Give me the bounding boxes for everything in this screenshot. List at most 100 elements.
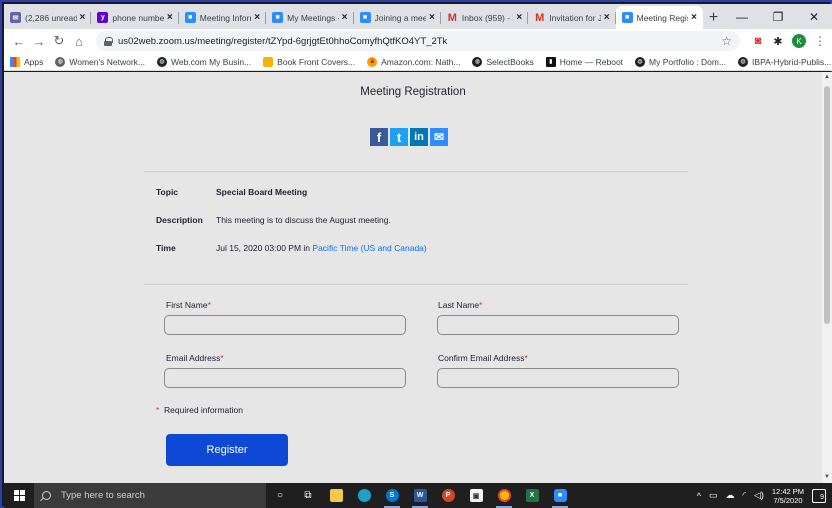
battery-icon[interactable]: ▭ [709, 490, 718, 501]
notifications-icon[interactable]: 9 [812, 488, 826, 503]
twitter-icon[interactable]: t [390, 128, 408, 146]
zoom-icon: ■ [359, 12, 371, 23]
window-controls: — ❐ ✕ [724, 4, 832, 29]
bookmark-item[interactable]: ◍ Web.com My Busin... [157, 56, 252, 67]
page-title: Meeting Registration [360, 86, 466, 98]
first-name-input[interactable] [164, 315, 406, 335]
bookmark-item[interactable]: a Amazon.com: Nath... [367, 56, 460, 67]
first-name-label: First Name* [166, 300, 211, 310]
tab-mail[interactable]: ✉ (2,286 unread) × [4, 6, 92, 29]
tab-label: phone number [112, 12, 164, 23]
bookmark-item[interactable]: Book Front Covers... [263, 56, 355, 67]
volume-icon[interactable]: ◁) [754, 490, 764, 501]
cloud-icon[interactable]: ☁ [725, 490, 734, 501]
tab-zoom-info[interactable]: ■ Meeting Inform × [179, 6, 267, 29]
word-icon[interactable]: W [406, 483, 434, 508]
description-row: Description This meeting is to discuss t… [156, 215, 391, 225]
bookmark-item[interactable]: ◍ IBPA-Hybrid-Publis... [738, 56, 832, 67]
file-explorer-icon[interactable] [322, 483, 350, 508]
tab-gmail-inbox[interactable]: M Inbox (959) - k × [441, 6, 529, 29]
timezone-link[interactable]: Pacific Time (US and Canada) [312, 243, 426, 253]
tab-zoom-joining[interactable]: ■ Joining a meet × [354, 6, 441, 29]
amazon-icon: a [367, 56, 378, 67]
chrome-icon[interactable] [490, 483, 518, 508]
bookmark-star-icon[interactable]: ☆ [721, 34, 732, 48]
scroll-down-arrow-icon[interactable]: ▼ [824, 474, 830, 480]
pocket-extension-icon[interactable]: ◙ [750, 35, 766, 47]
skype-icon[interactable]: S [378, 483, 406, 508]
browser-toolbar: ← → ↻ ⌂ us02web.zoom.us/meeting/register… [4, 29, 832, 53]
scrollbar-thumb[interactable] [824, 86, 830, 324]
topic-value: Special Board Meeting [216, 187, 308, 197]
tab-yahoo[interactable]: y phone number × [91, 6, 179, 29]
edge-icon[interactable] [350, 483, 378, 508]
chevron-up-icon[interactable]: ^ [697, 491, 701, 501]
powerpoint-icon[interactable]: P [434, 483, 462, 508]
register-button[interactable]: Register [166, 434, 288, 466]
task-view-icon[interactable]: ⧉ [294, 483, 322, 508]
extensions-puzzle-icon[interactable]: ✱ [770, 35, 786, 48]
close-window-icon[interactable]: ✕ [796, 10, 832, 24]
close-icon[interactable]: × [691, 12, 697, 23]
lock-icon [104, 36, 113, 46]
first-name-label-text: First Name [166, 300, 208, 310]
email-input[interactable] [164, 368, 406, 388]
restore-icon[interactable]: ❐ [760, 10, 796, 24]
tab-label: (2,286 unread) [25, 12, 77, 23]
time-row: Time Jul 15, 2020 03:00 PM in Pacific Ti… [156, 243, 427, 253]
close-icon[interactable]: × [80, 12, 86, 23]
bookmark-item[interactable]: ◍ SelectBooks [472, 56, 534, 67]
bookmark-item[interactable]: ◍ My Portfolio : Dom... [635, 56, 727, 67]
email-share-icon[interactable]: ✉ [430, 128, 448, 146]
store-icon[interactable]: ▣ [462, 483, 490, 508]
tab-meeting-registration[interactable]: ■ Meeting Regis × [615, 6, 703, 29]
zoom-app-icon[interactable]: ■ [546, 483, 574, 508]
system-clock[interactable]: 12:42 PM 7/5/2020 [772, 487, 804, 505]
tab-zoom-meetings[interactable]: ■ My Meetings - × [266, 6, 354, 29]
last-name-input[interactable] [437, 315, 679, 335]
bookmark-label: Home — Reboot [559, 56, 624, 67]
scroll-up-arrow-icon[interactable]: ▲ [824, 74, 830, 80]
close-icon[interactable]: × [254, 12, 260, 23]
confirm-email-label: Confirm Email Address* [438, 353, 528, 363]
bookmark-apps[interactable]: Apps [10, 56, 43, 67]
close-icon[interactable]: × [342, 12, 348, 23]
tab-gmail-invitation[interactable]: M Invitation for J × [528, 6, 616, 29]
profile-avatar[interactable]: K [792, 34, 806, 48]
excel-icon[interactable]: X [518, 483, 546, 508]
minimize-icon[interactable]: — [724, 10, 760, 24]
bookmark-label: My Portfolio : Dom... [649, 56, 727, 67]
address-bar[interactable]: us02web.zoom.us/meeting/register/tZYpd-6… [96, 31, 740, 51]
time-value: Jul 15, 2020 03:00 PM in Pacific Time (U… [216, 243, 427, 253]
time-value-text: Jul 15, 2020 03:00 PM in [216, 243, 313, 253]
close-icon[interactable]: × [167, 12, 173, 23]
home-icon[interactable]: ⌂ [70, 34, 88, 49]
bookmark-item[interactable]: ▮ Home — Reboot [545, 56, 624, 67]
cortana-icon[interactable]: ○ [266, 483, 294, 508]
confirm-email-input[interactable] [437, 368, 679, 388]
wifi-icon[interactable]: ◜ [742, 490, 746, 501]
taskbar-search[interactable]: Type here to search [34, 483, 266, 508]
close-icon[interactable]: × [516, 12, 522, 23]
bookmark-label: IBPA-Hybrid-Publis... [752, 56, 832, 67]
reload-icon[interactable]: ↻ [50, 33, 68, 49]
zoom-icon: ■ [184, 12, 196, 23]
browser-menu-icon[interactable]: ⋮ [814, 34, 826, 48]
divider [144, 284, 688, 285]
forward-arrow-icon[interactable]: → [30, 34, 48, 49]
tab-label: Joining a meet [374, 12, 427, 23]
facebook-icon[interactable]: f [370, 128, 388, 146]
linkedin-icon[interactable]: in [410, 128, 428, 146]
close-icon[interactable]: × [429, 12, 435, 23]
tab-label: Meeting Inform [199, 12, 252, 23]
new-tab-button[interactable]: + [703, 6, 724, 29]
bookmark-item[interactable]: ◍ Women's Network... [55, 56, 145, 67]
globe-icon: ◍ [738, 56, 749, 67]
reboot-icon: ▮ [545, 56, 556, 67]
divider [144, 171, 688, 172]
bookmark-label: Web.com My Busin... [171, 56, 252, 67]
close-icon[interactable]: × [604, 12, 610, 23]
registration-page: Meeting Registration f t in ✉ Topic Spec… [4, 72, 822, 483]
back-arrow-icon[interactable]: ← [10, 34, 28, 49]
start-button[interactable] [4, 483, 34, 508]
